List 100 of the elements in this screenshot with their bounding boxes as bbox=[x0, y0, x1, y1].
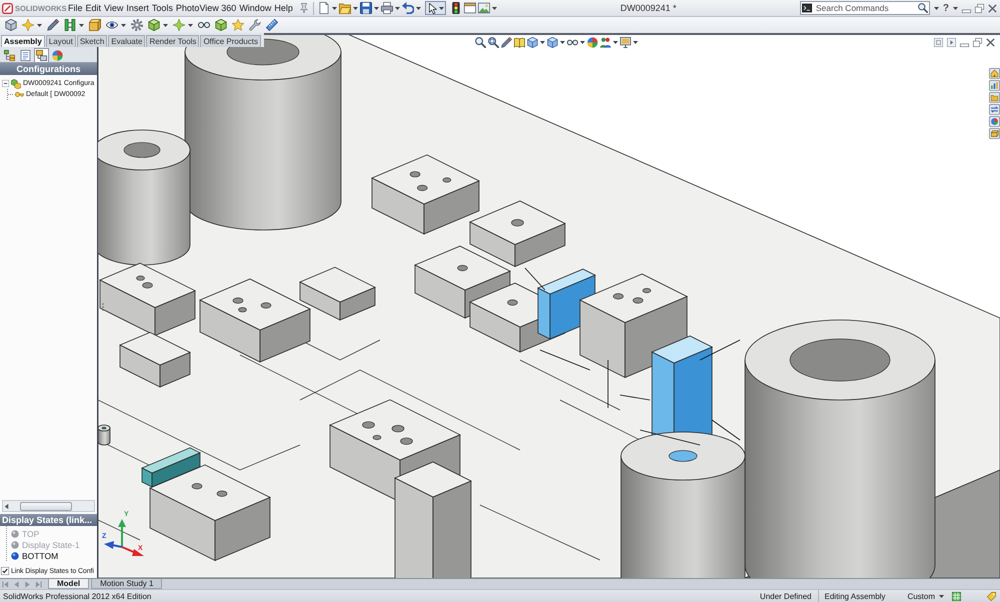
bar-chart-icon[interactable] bbox=[989, 80, 1000, 91]
pushpin-icon[interactable] bbox=[298, 3, 309, 13]
cube-icon[interactable] bbox=[547, 37, 558, 48]
caret-icon[interactable] bbox=[416, 6, 421, 10]
box-icon[interactable] bbox=[989, 128, 1000, 139]
view-tab[interactable]: Model bbox=[48, 579, 90, 589]
tile-view-icon[interactable] bbox=[934, 38, 943, 47]
command-tab[interactable]: Evaluate bbox=[108, 35, 146, 47]
caret-icon[interactable] bbox=[633, 41, 638, 44]
color-wheel-icon[interactable] bbox=[587, 37, 598, 48]
cube-icon[interactable] bbox=[527, 37, 538, 48]
search-icon[interactable] bbox=[918, 3, 928, 13]
caret-icon[interactable] bbox=[188, 24, 193, 26]
house-icon[interactable] bbox=[989, 68, 1000, 79]
box-icon[interactable] bbox=[89, 19, 101, 31]
command-tab[interactable]: Render Tools bbox=[146, 35, 200, 47]
command-tab[interactable]: Layout bbox=[46, 35, 76, 47]
left-arrow-icon[interactable] bbox=[3, 502, 10, 510]
color-wheel-icon[interactable] bbox=[989, 116, 1000, 127]
caret-icon[interactable] bbox=[394, 6, 400, 10]
logo-icon bbox=[2, 2, 13, 14]
menu-item[interactable]: Tools bbox=[152, 3, 173, 13]
caret-icon[interactable] bbox=[580, 41, 585, 44]
ruler-icon[interactable] bbox=[266, 19, 278, 31]
zoom-area-icon[interactable] bbox=[488, 37, 499, 48]
caret-icon[interactable] bbox=[613, 41, 618, 44]
tag-icon[interactable] bbox=[987, 592, 996, 600]
help-button[interactable]: ? bbox=[942, 2, 949, 14]
close-icon[interactable] bbox=[986, 38, 995, 47]
pencil-icon[interactable] bbox=[47, 19, 59, 31]
sphere-icon bbox=[11, 552, 19, 560]
tile-view-icon[interactable] bbox=[947, 38, 956, 47]
caret-icon[interactable] bbox=[939, 594, 944, 598]
search-field[interactable]: Search Commands bbox=[800, 1, 930, 15]
restore-icon[interactable] bbox=[973, 38, 982, 47]
cursor-icon[interactable] bbox=[426, 2, 438, 14]
eye-icon[interactable] bbox=[106, 19, 118, 31]
caret-icon[interactable] bbox=[492, 6, 497, 10]
menu-item[interactable]: PhotoView 360 bbox=[176, 3, 236, 13]
cube-icon[interactable] bbox=[215, 19, 227, 31]
caret-icon[interactable] bbox=[332, 6, 337, 10]
menu-item[interactable]: Edit bbox=[86, 3, 102, 13]
caret-icon[interactable] bbox=[438, 6, 444, 10]
menu-item[interactable]: Window bbox=[239, 3, 272, 13]
window-icon[interactable] bbox=[464, 2, 476, 14]
caret-icon[interactable] bbox=[374, 6, 379, 10]
caret-icon[interactable] bbox=[560, 41, 565, 44]
checkbox[interactable] bbox=[1, 567, 9, 575]
monitor-icon[interactable] bbox=[620, 37, 631, 48]
printer-icon[interactable] bbox=[380, 2, 393, 14]
dimension-line bbox=[620, 394, 650, 400]
glasses-icon[interactable] bbox=[198, 19, 210, 31]
restore-icon[interactable] bbox=[975, 4, 984, 12]
sphere-icon bbox=[11, 530, 19, 538]
select-button[interactable] bbox=[424, 1, 446, 15]
book-icon[interactable] bbox=[514, 37, 525, 48]
picture-icon[interactable] bbox=[478, 2, 490, 14]
grid-icon[interactable] bbox=[952, 592, 961, 600]
menu-item[interactable]: File bbox=[68, 3, 83, 13]
collapse-icon[interactable] bbox=[2, 80, 9, 87]
command-tab[interactable]: Office Products bbox=[200, 35, 261, 47]
units-dropdown[interactable]: Custom bbox=[907, 592, 944, 600]
close-icon[interactable] bbox=[988, 4, 997, 12]
view-tab[interactable]: Motion Study 1 bbox=[91, 579, 162, 589]
wrench-icon[interactable] bbox=[249, 19, 261, 31]
menu-item[interactable]: Insert bbox=[126, 3, 149, 13]
folder-icon[interactable] bbox=[338, 2, 351, 14]
arrows-icon[interactable] bbox=[989, 104, 1000, 115]
document-icon[interactable] bbox=[318, 2, 330, 14]
cube-icon[interactable] bbox=[148, 19, 160, 31]
scrollbar-thumb[interactable] bbox=[20, 502, 72, 510]
caret-icon[interactable] bbox=[953, 6, 958, 10]
menu-item[interactable]: View bbox=[104, 3, 124, 13]
pencil-icon[interactable] bbox=[501, 37, 512, 48]
undo-icon[interactable] bbox=[402, 2, 414, 14]
folder-icon[interactable] bbox=[989, 92, 1000, 103]
menu-item[interactable]: Help bbox=[274, 3, 293, 13]
cylinder bbox=[98, 424, 110, 446]
caret-icon[interactable] bbox=[934, 6, 939, 10]
cube-icon[interactable] bbox=[5, 19, 17, 31]
sparkle-icon[interactable] bbox=[173, 19, 185, 31]
glasses-icon[interactable] bbox=[567, 37, 578, 48]
caret-icon[interactable] bbox=[352, 6, 358, 10]
command-tab[interactable]: Sketch bbox=[76, 35, 108, 47]
people-icon[interactable] bbox=[600, 37, 611, 48]
command-tab[interactable]: Assembly bbox=[1, 35, 45, 47]
save-icon[interactable] bbox=[360, 2, 372, 14]
star-icon[interactable] bbox=[232, 19, 244, 31]
caret-icon[interactable] bbox=[163, 24, 168, 26]
caret-icon[interactable] bbox=[121, 24, 126, 26]
caret-icon[interactable] bbox=[540, 41, 545, 44]
caret-icon[interactable] bbox=[37, 24, 42, 26]
traffic-light-icon[interactable] bbox=[450, 2, 462, 14]
display-state-item[interactable]: BOTTOM bbox=[11, 550, 97, 561]
caret-icon[interactable] bbox=[79, 24, 84, 26]
key-icon bbox=[15, 90, 24, 99]
gear-icon[interactable] bbox=[131, 19, 143, 31]
horizontal-scrollbar[interactable] bbox=[2, 500, 95, 512]
parallel-bars-icon[interactable] bbox=[64, 19, 76, 31]
zoom-icon[interactable] bbox=[475, 37, 486, 48]
